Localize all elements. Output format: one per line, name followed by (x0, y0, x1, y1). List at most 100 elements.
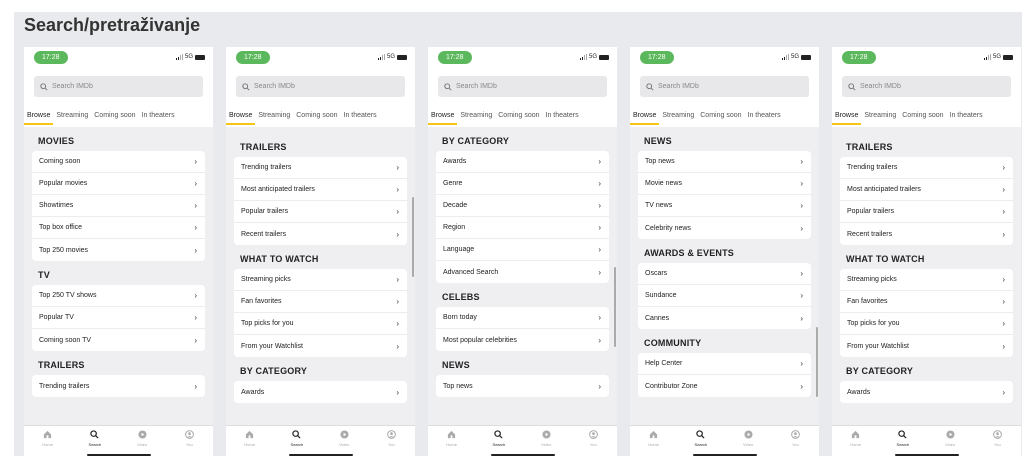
scrollbar[interactable] (816, 327, 818, 397)
list-item[interactable]: Top 250 TV shows › (32, 285, 205, 307)
list-item[interactable]: Popular trailers › (234, 201, 407, 223)
nav-you[interactable]: You (376, 430, 406, 459)
search-input[interactable]: Search IMDb (640, 76, 809, 97)
list-item[interactable]: Popular movies › (32, 173, 205, 195)
list-item[interactable]: Top 250 movies › (32, 239, 205, 261)
list-item[interactable]: Most popular celebrities › (436, 329, 609, 351)
list-item[interactable]: Movie news › (638, 173, 811, 195)
list-item[interactable]: From your Watchlist › (234, 335, 407, 357)
tab-in-theaters[interactable]: In theaters (947, 109, 986, 125)
list-item-label: Awards (847, 388, 871, 396)
bottom-tab-bar: Home Search Video You (832, 425, 1021, 459)
list-item[interactable]: Contributor Zone › (638, 375, 811, 397)
list-item[interactable]: Help Center › (638, 353, 811, 375)
signal-indicator: 5G (579, 54, 609, 60)
list-item[interactable]: Recent trailers › (840, 223, 1013, 245)
home-indicator (490, 454, 555, 456)
nav-you[interactable]: You (780, 430, 810, 459)
nav-you[interactable]: You (982, 430, 1012, 459)
list-item[interactable]: Showtimes › (32, 195, 205, 217)
list-item[interactable]: Region › (436, 217, 609, 239)
list-item[interactable]: Decade › (436, 195, 609, 217)
status-bar: 17:28 5G (236, 51, 407, 65)
list-item[interactable]: Popular TV › (32, 307, 205, 329)
list-item[interactable]: Recent trailers › (234, 223, 407, 245)
tab-coming-soon[interactable]: Coming soon (91, 109, 138, 125)
list-item[interactable]: Popular trailers › (840, 201, 1013, 223)
tab-browse[interactable]: Browse (24, 109, 54, 125)
search-input[interactable]: Search IMDb (438, 76, 607, 97)
list-item[interactable]: Most anticipated trailers › (840, 179, 1013, 201)
nav-home[interactable]: Home (841, 430, 871, 459)
signal-indicator: 5G (377, 54, 407, 60)
nav-home[interactable]: Home (33, 430, 63, 459)
list-item[interactable]: Coming soon TV › (32, 329, 205, 351)
search-input[interactable]: Search IMDb (34, 76, 203, 97)
list-item[interactable]: Trending trailers › (32, 375, 205, 397)
signal-icon (781, 54, 789, 60)
nav-label: Home (648, 442, 659, 447)
nav-you[interactable]: You (174, 430, 204, 459)
tab-browse[interactable]: Browse (630, 109, 660, 125)
tab-streaming[interactable]: Streaming (255, 109, 293, 125)
list-item[interactable]: Genre › (436, 173, 609, 195)
nav-home[interactable]: Home (235, 430, 265, 459)
search-input[interactable]: Search IMDb (842, 76, 1011, 97)
tab-streaming[interactable]: Streaming (659, 109, 697, 125)
list-item-label: Popular trailers (241, 208, 289, 215)
list-item[interactable]: Fan favorites › (234, 291, 407, 313)
list-item[interactable]: Cannes › (638, 307, 811, 329)
tab-coming-soon[interactable]: Coming soon (697, 109, 744, 125)
nav-home[interactable]: Home (437, 430, 467, 459)
nav-you[interactable]: You (578, 430, 608, 459)
scrollbar[interactable] (412, 197, 414, 277)
list-item[interactable]: TV news › (638, 195, 811, 217)
list-item[interactable]: Most anticipated trailers › (234, 179, 407, 201)
tab-in-theaters[interactable]: In theaters (745, 109, 784, 125)
list-item[interactable]: Top box office › (32, 217, 205, 239)
list-item[interactable]: Language › (436, 239, 609, 261)
list-item[interactable]: Fan favorites › (840, 291, 1013, 313)
tab-browse[interactable]: Browse (428, 109, 458, 125)
list-item[interactable]: Top picks for you › (840, 313, 1013, 335)
phone-screen: 17:28 5G Search IMDb Browse Streaming Coming … (832, 47, 1021, 459)
list-item[interactable]: Awards › (234, 381, 407, 403)
list-item[interactable]: Celebrity news › (638, 217, 811, 239)
phone-screen: 17:28 5G Search IMDb Browse Streaming Coming … (226, 47, 415, 459)
section-card: Top 250 TV shows › Popular TV › Coming soon … (32, 285, 205, 351)
list-item[interactable]: Top picks for you › (234, 313, 407, 335)
list-item[interactable]: Top news › (638, 151, 811, 173)
chevron-right-icon: › (1002, 275, 1005, 284)
tab-streaming[interactable]: Streaming (861, 109, 899, 125)
list-item[interactable]: Trending trailers › (840, 157, 1013, 179)
tab-coming-soon[interactable]: Coming soon (899, 109, 946, 125)
tab-browse[interactable]: Browse (226, 109, 256, 125)
tab-streaming[interactable]: Streaming (53, 109, 91, 125)
list-item[interactable]: Streaming picks › (840, 269, 1013, 291)
tab-streaming[interactable]: Streaming (457, 109, 495, 125)
list-item[interactable]: Awards › (840, 381, 1013, 403)
tab-in-theaters[interactable]: In theaters (341, 109, 380, 125)
list-item[interactable]: From your Watchlist › (840, 335, 1013, 357)
list-item[interactable]: Awards › (436, 151, 609, 173)
list-item[interactable]: Advanced Search › (436, 261, 609, 283)
nav-home[interactable]: Home (639, 430, 669, 459)
tab-in-theaters[interactable]: In theaters (139, 109, 178, 125)
search-input[interactable]: Search IMDb (236, 76, 405, 97)
list-item[interactable]: Sundance › (638, 285, 811, 307)
list-item[interactable]: Oscars › (638, 263, 811, 285)
section-heading: BY CATEGORY (846, 366, 914, 376)
tab-in-theaters[interactable]: In theaters (543, 109, 582, 125)
list-item[interactable]: Coming soon › (32, 151, 205, 173)
tab-browse[interactable]: Browse (832, 109, 862, 125)
list-item[interactable]: Streaming picks › (234, 269, 407, 291)
list-item[interactable]: Trending trailers › (234, 157, 407, 179)
list-item-label: Born today (443, 314, 477, 321)
list-item[interactable]: Top news › (436, 375, 609, 397)
list-item-label: Most anticipated trailers (847, 186, 921, 193)
tab-coming-soon[interactable]: Coming soon (293, 109, 340, 125)
scrollbar[interactable] (614, 267, 616, 347)
list-item[interactable]: Born today › (436, 307, 609, 329)
chevron-right-icon: › (800, 157, 803, 166)
tab-coming-soon[interactable]: Coming soon (495, 109, 542, 125)
